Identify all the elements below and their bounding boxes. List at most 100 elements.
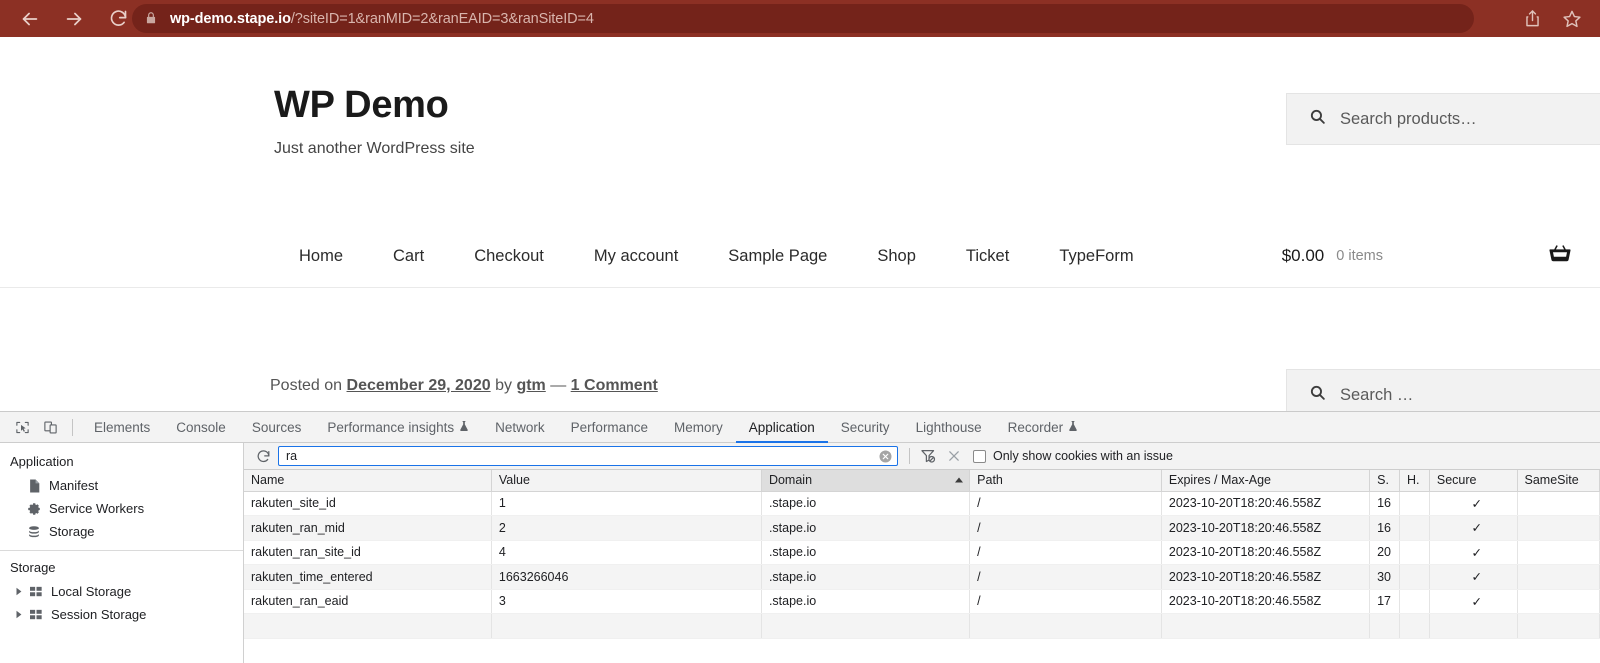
- cookie-filter-input[interactable]: ra: [278, 446, 898, 466]
- url-text: wp-demo.stape.io/?siteID=1&ranMID=2&ranE…: [170, 11, 594, 27]
- cell-httponly: [1399, 515, 1430, 541]
- tab-label: Lighthouse: [915, 419, 982, 435]
- cell-expires: 2023-10-20T18:20:46.558Z: [1161, 515, 1371, 541]
- toolbar-separator: [72, 418, 73, 436]
- tab-memory[interactable]: Memory: [661, 412, 736, 443]
- inspect-element-icon[interactable]: [8, 414, 36, 440]
- tab-network[interactable]: Network: [482, 412, 558, 443]
- nav-item-typeform[interactable]: TypeForm: [1034, 248, 1158, 265]
- nav-item-ticket[interactable]: Ticket: [941, 248, 1034, 265]
- post-date-link[interactable]: December 29, 2020: [347, 377, 491, 394]
- nav-link-checkout[interactable]: Checkout: [449, 248, 569, 265]
- cell-domain: .stape.io: [761, 491, 971, 516]
- cell-value: 1663266046: [491, 564, 762, 590]
- table-row[interactable]: rakuten_ran_eaid 3 .stape.io / 2023-10-2…: [244, 589, 1600, 614]
- meta-dash: —: [550, 377, 567, 394]
- tab-label: Performance insights: [327, 419, 455, 435]
- col-header-size[interactable]: S.: [1369, 470, 1400, 492]
- clear-filter-icon[interactable]: [915, 444, 941, 468]
- nav-link-cart[interactable]: Cart: [368, 248, 449, 265]
- cookies-table-container[interactable]: Name Value Domain Path Expires / Max-Age…: [244, 470, 1600, 663]
- col-header-expires[interactable]: Expires / Max-Age: [1161, 470, 1371, 492]
- back-button[interactable]: [12, 1, 48, 37]
- basket-icon[interactable]: [1548, 242, 1572, 271]
- device-toolbar-icon[interactable]: [36, 414, 64, 440]
- search-icon: [1309, 384, 1326, 406]
- table-row[interactable]: rakuten_time_entered 1663266046 .stape.i…: [244, 564, 1600, 590]
- nav-link-home[interactable]: Home: [274, 248, 368, 265]
- col-header-httponly[interactable]: H.: [1399, 470, 1430, 492]
- nav-item-checkout[interactable]: Checkout: [449, 248, 569, 265]
- sidebar-item-session-storage[interactable]: Session Storage: [0, 603, 243, 626]
- table-row[interactable]: rakuten_site_id 1 .stape.io / 2023-10-20…: [244, 491, 1600, 516]
- nav-link-shop[interactable]: Shop: [852, 248, 941, 265]
- cell-path: /: [969, 564, 1162, 590]
- sidebar-item-local-storage[interactable]: Local Storage: [0, 580, 243, 603]
- tab-recorder[interactable]: Recorder: [995, 412, 1092, 443]
- tab-elements[interactable]: Elements: [81, 412, 163, 443]
- checkbox-box[interactable]: [973, 449, 986, 463]
- tab-label: Network: [495, 419, 545, 435]
- tab-sources[interactable]: Sources: [239, 412, 315, 443]
- sidebar-item-manifest[interactable]: Manifest: [0, 474, 243, 497]
- tab-lighthouse[interactable]: Lighthouse: [903, 412, 995, 443]
- post-author-link[interactable]: gtm: [516, 377, 545, 394]
- cell-value: 1: [491, 491, 762, 516]
- tab-console[interactable]: Console: [163, 412, 239, 443]
- sort-ascending-icon: [955, 477, 964, 483]
- nav-link-typeform[interactable]: TypeForm: [1034, 248, 1158, 265]
- nav-item-sample-page[interactable]: Sample Page: [703, 248, 852, 265]
- sidebar-item-storage[interactable]: Storage: [0, 520, 243, 543]
- cart-summary[interactable]: $0.00 0 items: [1282, 225, 1580, 287]
- cart-total: $0.00: [1281, 246, 1325, 265]
- cell-size: 17: [1369, 589, 1400, 614]
- cell-samesite: [1517, 540, 1600, 565]
- post-comments-link[interactable]: 1 Comment: [571, 377, 658, 394]
- address-bar[interactable]: wp-demo.stape.io/?siteID=1&ranMID=2&ranE…: [132, 4, 1474, 33]
- tab-performance-insights[interactable]: Performance insights: [314, 412, 482, 443]
- sidebar-item-label: Storage: [49, 524, 95, 539]
- nav-link-my-account[interactable]: My account: [569, 248, 703, 265]
- sidebar-item-service-workers[interactable]: Service Workers: [0, 497, 243, 520]
- tab-application[interactable]: Application: [736, 412, 828, 443]
- cell-domain: .stape.io: [761, 515, 971, 541]
- star-icon[interactable]: [1552, 1, 1592, 37]
- clear-input-icon[interactable]: [878, 449, 893, 464]
- cell-value: 3: [491, 589, 762, 614]
- col-header-name[interactable]: Name: [244, 470, 492, 492]
- nav-link-sample-page[interactable]: Sample Page: [703, 248, 852, 265]
- col-header-path[interactable]: Path: [969, 470, 1162, 492]
- refresh-icon[interactable]: [250, 444, 276, 468]
- col-header-value[interactable]: Value: [491, 470, 762, 492]
- main-navigation: Home Cart Checkout My account Sample Pag…: [0, 225, 1600, 287]
- cell-name: rakuten_ran_mid: [244, 515, 492, 541]
- nav-item-home[interactable]: Home: [274, 248, 368, 265]
- nav-item-my-account[interactable]: My account: [569, 248, 703, 265]
- cookie-filter-value: ra: [286, 449, 298, 463]
- forward-button[interactable]: [56, 1, 92, 37]
- table-row-empty: [244, 613, 1600, 639]
- nav-item-shop[interactable]: Shop: [852, 248, 941, 265]
- reload-button[interactable]: [100, 1, 136, 37]
- tab-performance[interactable]: Performance: [558, 412, 661, 443]
- table-row[interactable]: rakuten_ran_site_id 4 .stape.io / 2023-1…: [244, 540, 1600, 565]
- col-header-domain[interactable]: Domain: [761, 470, 971, 492]
- toolbar-separator: [909, 448, 910, 464]
- cell-empty: [1429, 613, 1518, 639]
- product-search-input[interactable]: Search products…: [1286, 93, 1600, 145]
- only-issues-checkbox[interactable]: Only show cookies with an issue: [973, 449, 1173, 463]
- tab-security[interactable]: Security: [828, 412, 903, 443]
- cell-empty: [761, 613, 971, 639]
- nav-divider: [0, 287, 1600, 288]
- chevron-right-icon[interactable]: [12, 585, 25, 598]
- close-x-icon[interactable]: [941, 444, 967, 468]
- col-header-samesite[interactable]: SameSite: [1517, 470, 1600, 492]
- share-icon[interactable]: [1512, 1, 1552, 37]
- cell-secure: ✓: [1429, 491, 1518, 516]
- table-row[interactable]: rakuten_ran_mid 2 .stape.io / 2023-10-20…: [244, 515, 1600, 541]
- chevron-right-icon[interactable]: [12, 608, 25, 621]
- col-header-secure[interactable]: Secure: [1429, 470, 1518, 492]
- nav-link-ticket[interactable]: Ticket: [941, 248, 1034, 265]
- nav-item-cart[interactable]: Cart: [368, 248, 449, 265]
- cell-secure: ✓: [1429, 540, 1518, 565]
